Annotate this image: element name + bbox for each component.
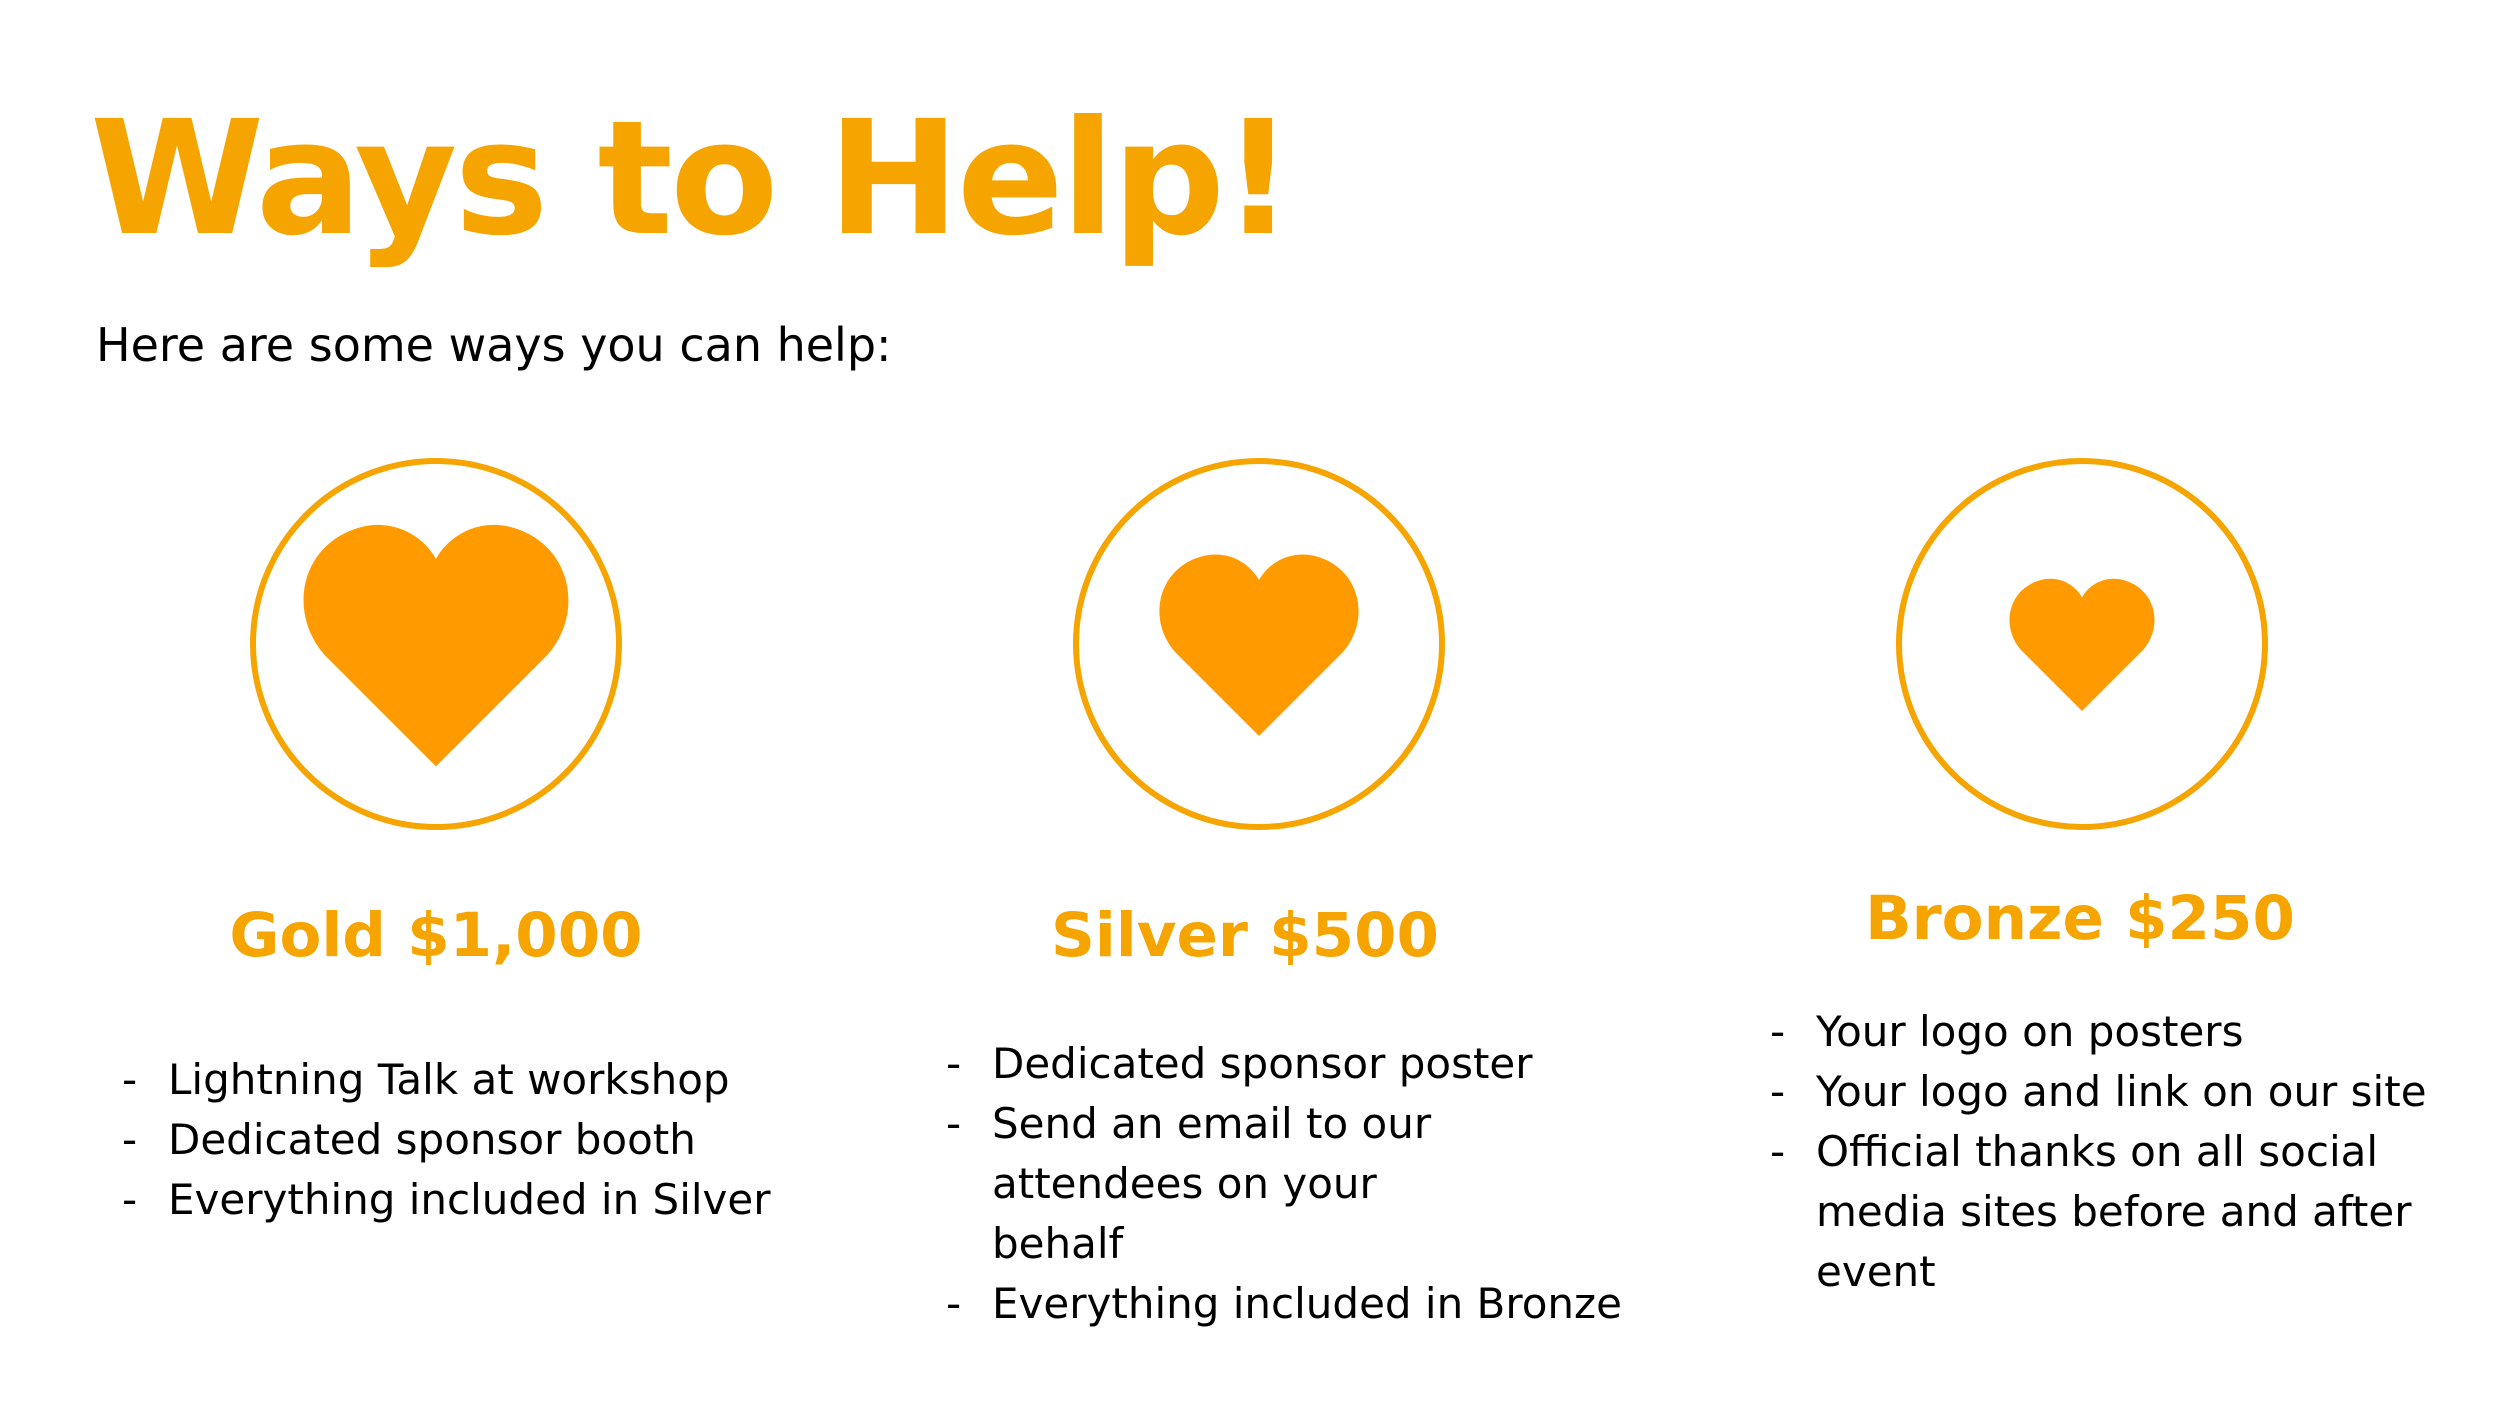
perk-item: - Dedicated sponsor poster [924, 1034, 1644, 1094]
bullet-dash: - [1770, 1067, 1786, 1116]
perk-item: - Official thanks on all social media si… [1748, 1122, 2488, 1302]
page-title: Ways to Help! [90, 87, 1294, 271]
heart-icon [2009, 578, 2155, 711]
bullet-dash: - [122, 1055, 138, 1104]
tier-bronze-perks: - Your logo on posters - Your logo and l… [1748, 1002, 2488, 1302]
perk-item: - Everything included in Silver [100, 1170, 820, 1230]
perk-item: - Send an email to our attendees on your… [924, 1094, 1644, 1274]
perk-text: Lightning Talk at workshop [168, 1055, 730, 1104]
bullet-dash: - [122, 1175, 138, 1224]
bullet-dash: - [122, 1115, 138, 1164]
perk-item: - Everything included in Bronze [924, 1274, 1644, 1334]
heart-icon [303, 524, 569, 767]
perk-text: Official thanks on all social media site… [1816, 1127, 2412, 1296]
page-subtitle: Here are some ways you can help: [96, 318, 892, 372]
perk-text: Everything included in Silver [168, 1175, 771, 1224]
bullet-dash: - [1770, 1007, 1786, 1056]
perk-item: - Your logo on posters [1748, 1002, 2488, 1062]
bullet-dash: - [946, 1099, 962, 1148]
perk-item: - Dedicated sponsor booth [100, 1110, 820, 1170]
bullet-dash: - [1770, 1127, 1786, 1176]
heart-icon [1159, 554, 1359, 736]
perk-item: - Lightning Talk at workshop [100, 1050, 820, 1110]
bullet-dash: - [946, 1039, 962, 1088]
perk-item: - Your logo and link on our site [1748, 1062, 2488, 1122]
tier-gold-perks: - Lightning Talk at workshop - Dedicated… [100, 1050, 820, 1230]
tier-silver-circle [1073, 458, 1445, 830]
tier-bronze-name: Bronze $250 [1865, 883, 2295, 954]
bullet-dash: - [946, 1279, 962, 1328]
perk-text: Dedicated sponsor booth [168, 1115, 696, 1164]
tier-silver-perks: - Dedicated sponsor poster - Send an ema… [924, 1034, 1644, 1334]
perk-text: Everything included in Bronze [992, 1279, 1622, 1328]
perk-text: Your logo and link on our site [1816, 1067, 2427, 1116]
tier-bronze-circle [1896, 458, 2268, 830]
tier-silver-name: Silver $500 [1051, 900, 1439, 971]
perk-text: Your logo on posters [1816, 1007, 2244, 1056]
tier-gold-name: Gold $1,000 [229, 900, 643, 971]
tier-gold-circle [250, 458, 622, 830]
perk-text: Send an email to our attendees on your b… [992, 1099, 1432, 1268]
perk-text: Dedicated sponsor poster [992, 1039, 1533, 1088]
